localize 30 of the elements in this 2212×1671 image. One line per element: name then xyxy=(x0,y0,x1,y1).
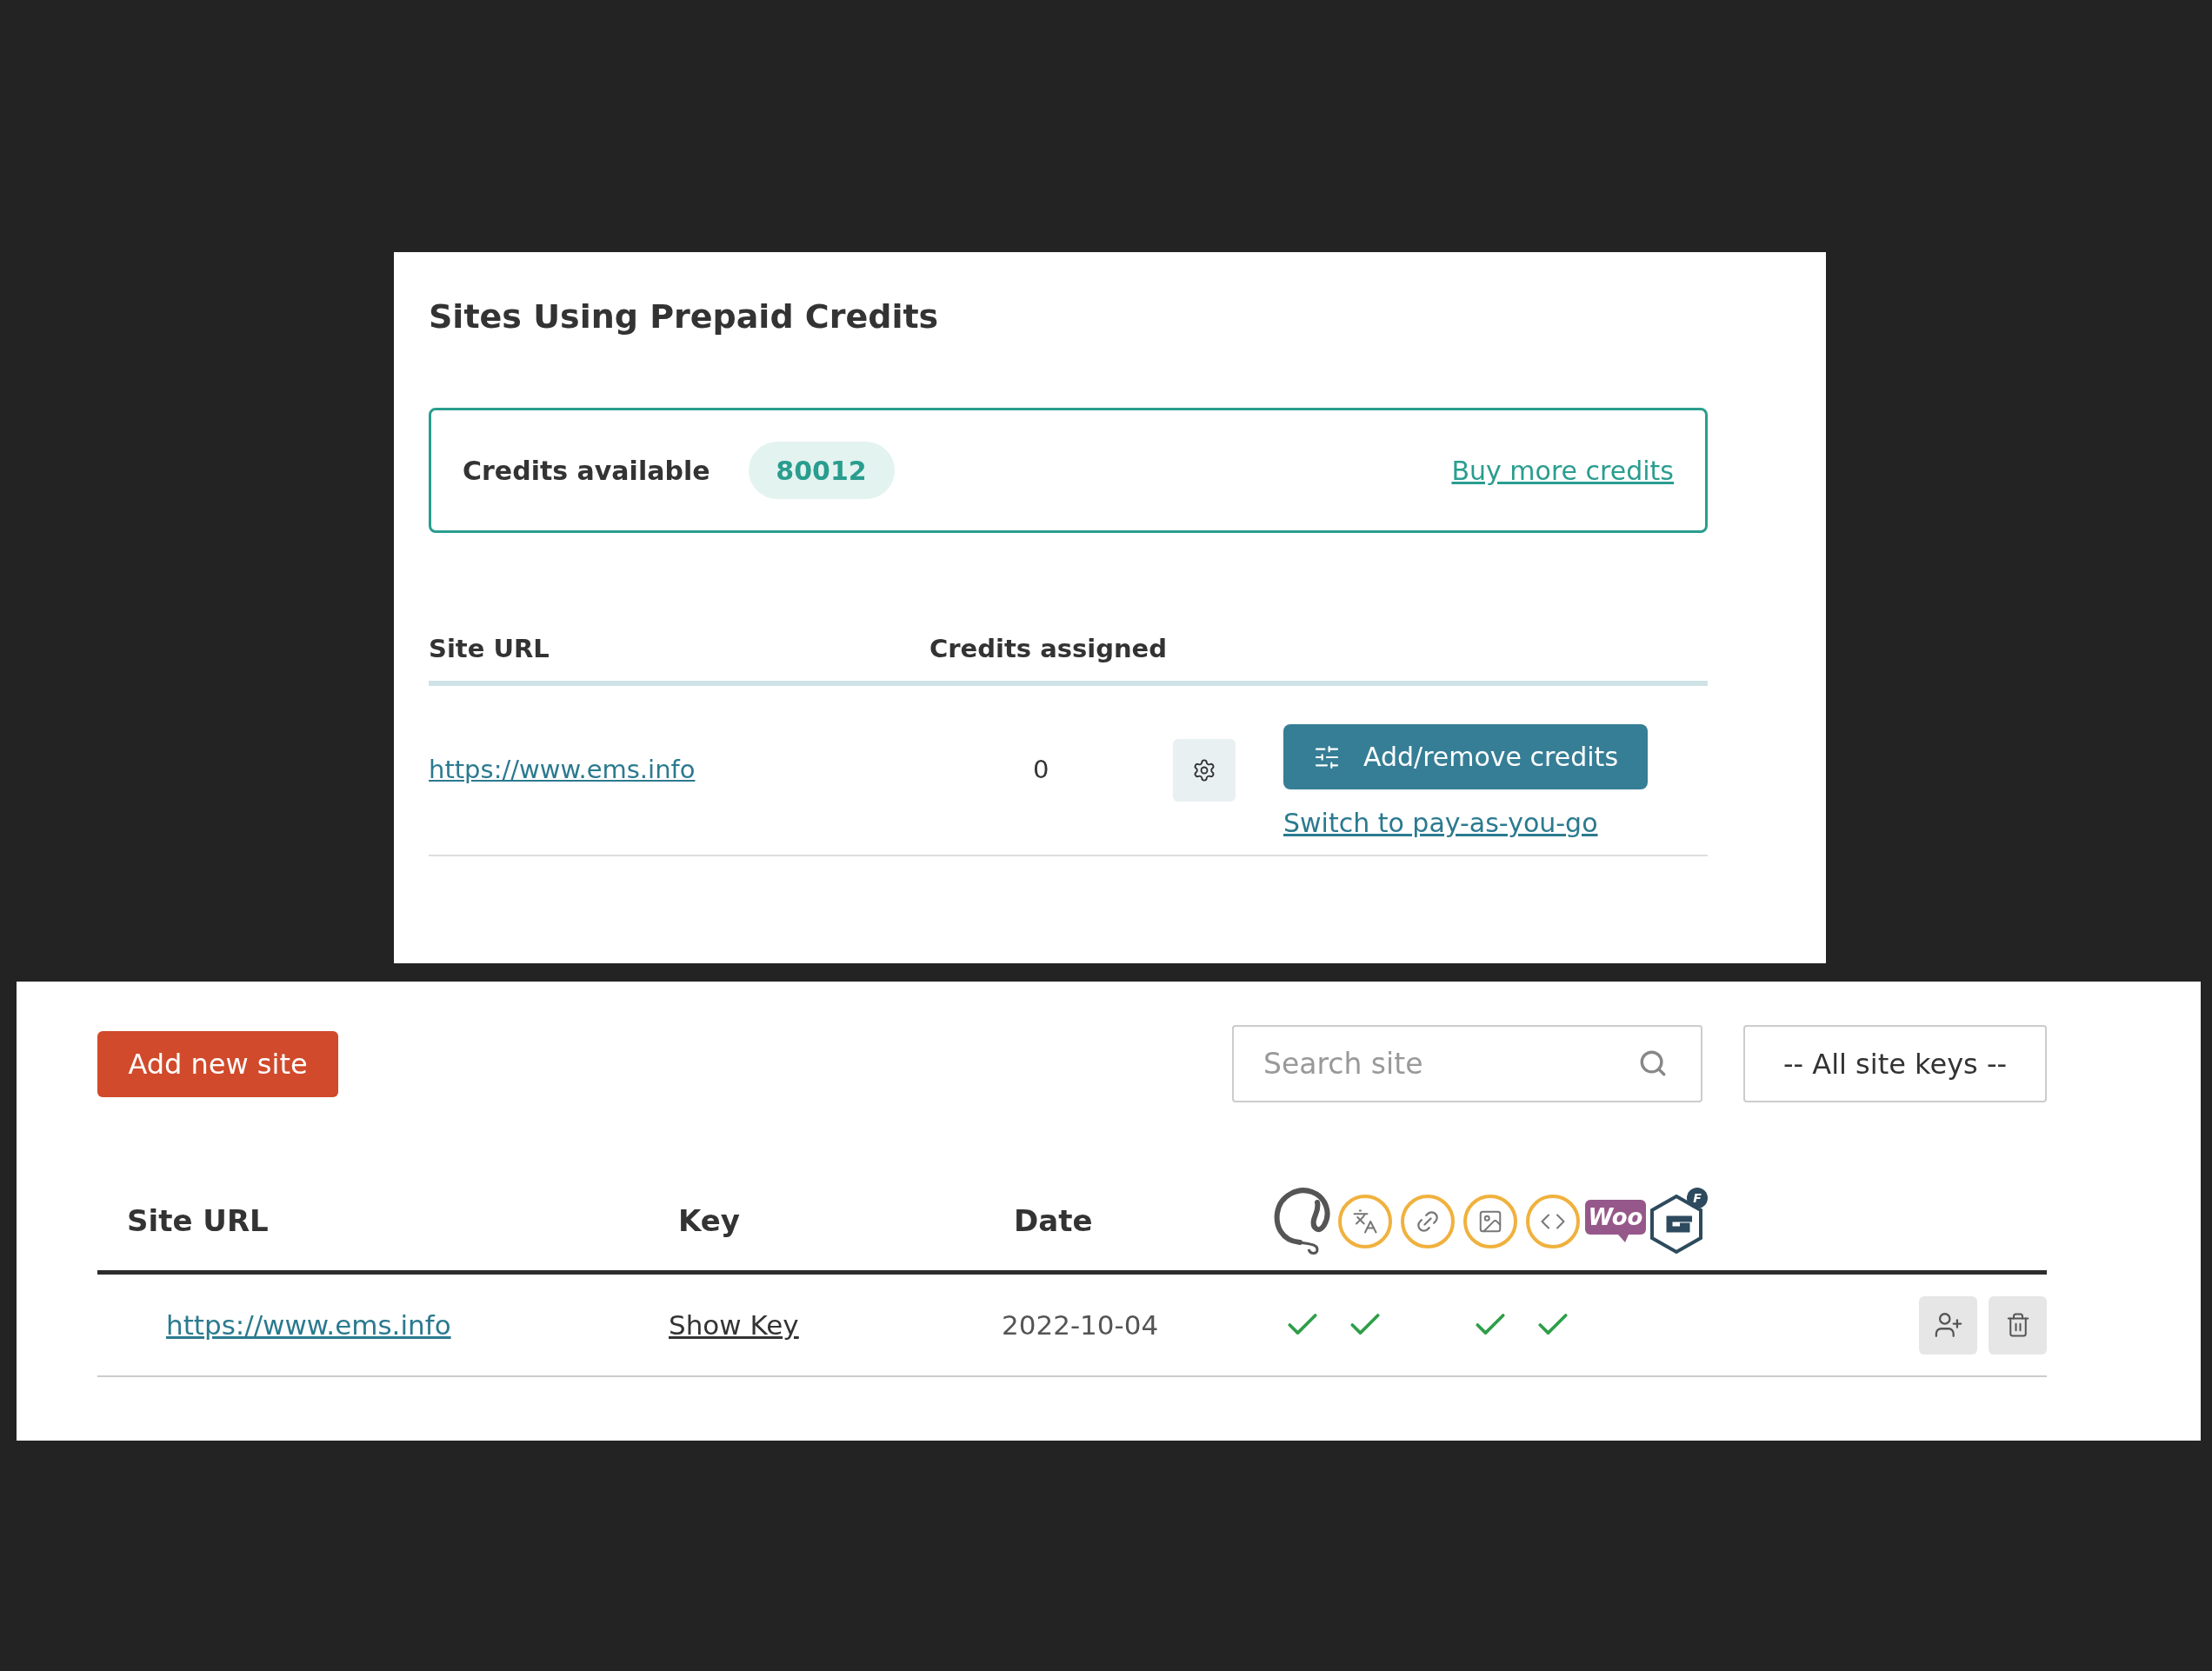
search-icon xyxy=(1638,1049,1668,1078)
column-header: Date xyxy=(1013,1202,1093,1240)
column-header: Key xyxy=(677,1202,740,1240)
add-new-site-button[interactable]: Add new site xyxy=(97,1030,338,1097)
panel-title: Sites Using Prepaid Credits xyxy=(429,300,939,333)
site-url-link[interactable]: https://www.ems.info xyxy=(429,751,929,789)
delete-button[interactable] xyxy=(1989,1295,2047,1355)
credits-count: 80012 xyxy=(748,442,895,499)
translate-icon xyxy=(1338,1194,1392,1248)
credits-assigned-cell-text: 0 xyxy=(1032,754,1050,787)
add-user-button[interactable] xyxy=(1919,1295,1977,1355)
settings-icon xyxy=(1192,758,1216,782)
show-key-link[interactable]: Show Key xyxy=(663,1304,799,1346)
date-cell-text: 2022-10-04 xyxy=(1002,1308,1159,1342)
site-url-link[interactable]: https://www.ems.info xyxy=(97,1304,451,1346)
column-header: Credits assigned xyxy=(929,633,1168,666)
add-user-icon xyxy=(1933,1310,1963,1340)
pay-as-you-go-link[interactable]: Switch to pay-as-you-go xyxy=(1283,803,1598,842)
column-header: Site URL xyxy=(429,633,550,666)
image-icon xyxy=(1463,1194,1517,1248)
column-header: Site URL xyxy=(126,1202,269,1240)
code-icon xyxy=(1526,1194,1580,1248)
settings-button[interactable] xyxy=(1173,739,1236,802)
buy-credits-link[interactable]: Buy more credits xyxy=(1451,450,1674,490)
search-field[interactable]: Search site xyxy=(1232,1025,1702,1102)
link-icon xyxy=(1401,1194,1455,1248)
credits-label: Credits available xyxy=(463,454,710,488)
add-remove-credits-button[interactable]: Add/remove credits xyxy=(1283,724,1648,789)
site-keys-dropdown[interactable]: -- All site keys -- xyxy=(1743,1025,2047,1102)
spiral-logo-icon xyxy=(1274,1186,1331,1256)
